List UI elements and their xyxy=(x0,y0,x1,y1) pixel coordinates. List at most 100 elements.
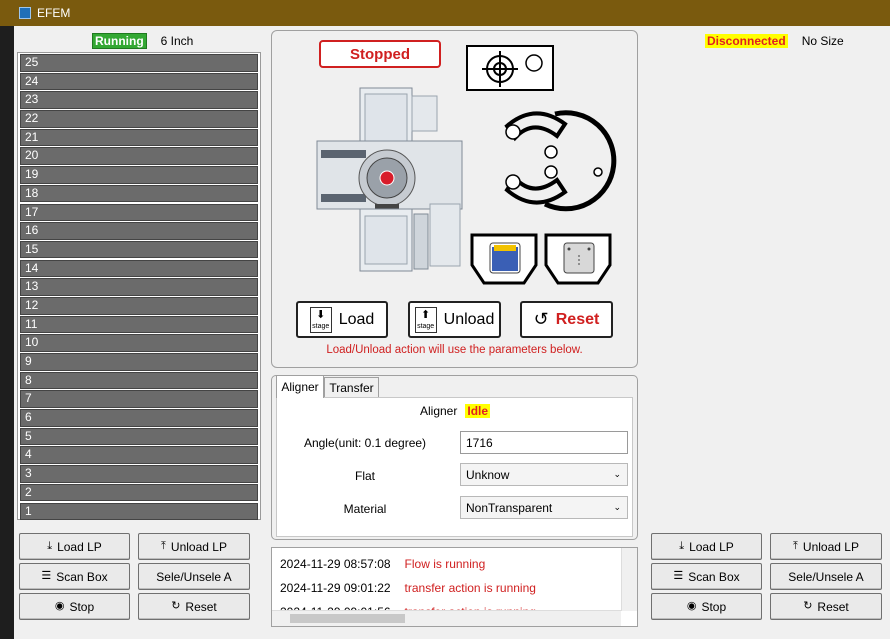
right-load-lp-button[interactable]: ⤓ Load LP xyxy=(651,533,762,560)
left-reset-button[interactable]: ↻ Reset xyxy=(138,593,250,620)
right-lp-header: Disconnected No Size xyxy=(705,32,844,50)
right-stop-button[interactable]: ◉ Stop xyxy=(651,593,762,620)
robot-arm-schematic xyxy=(504,110,617,212)
flat-label: Flat xyxy=(354,469,375,483)
background-window-strip xyxy=(0,26,14,639)
right-lp-status-badge: Disconnected xyxy=(705,34,788,48)
list-icon: ☰ xyxy=(41,570,52,582)
left-lp-status-badge: Running xyxy=(92,33,147,49)
wafer-slot[interactable]: 9 xyxy=(20,353,258,371)
wafer-slot[interactable]: 2 xyxy=(20,483,258,502)
wafer-slot[interactable]: 1 xyxy=(20,502,258,521)
log-vertical-scrollbar[interactable] xyxy=(621,548,637,611)
wafer-slot[interactable]: 15 xyxy=(20,240,258,259)
left-unload-lp-button[interactable]: ⤒ Unload LP xyxy=(138,533,250,560)
reset-icon: ↺ xyxy=(533,309,549,329)
button-label: Unload LP xyxy=(170,539,227,554)
wafer-slot[interactable]: 16 xyxy=(20,222,258,240)
stage-unload-icon: ⬆ stage xyxy=(414,306,437,333)
upload-icon: ⤒ xyxy=(793,540,798,552)
flat-selected-value: Unknow xyxy=(466,467,510,482)
wafer-slot[interactable]: 10 xyxy=(20,334,258,352)
wafer-slot[interactable]: 21 xyxy=(20,128,258,147)
button-label: Stop xyxy=(701,599,727,614)
button-label: Unload xyxy=(443,310,495,328)
upload-icon: ⤒ xyxy=(161,540,166,552)
wafer-slot[interactable]: 8 xyxy=(20,371,258,390)
button-label: Scan Box xyxy=(56,569,108,584)
button-label: Reset xyxy=(185,599,217,614)
app-icon xyxy=(19,7,31,19)
wafer-slot[interactable]: 23 xyxy=(20,91,258,109)
right-select-button[interactable]: Sele/Unsele A xyxy=(770,563,882,590)
download-icon: ⤓ xyxy=(679,540,685,552)
wafer-slot[interactable]: 19 xyxy=(20,166,258,184)
stage-caption: stage xyxy=(312,322,330,330)
stop-icon: ◉ xyxy=(54,600,65,612)
wafer-slot[interactable]: 12 xyxy=(20,296,258,315)
wafer-slot[interactable]: 25 xyxy=(20,54,258,72)
material-label: Material xyxy=(343,502,387,516)
wafer-slot[interactable]: 24 xyxy=(20,72,258,91)
wafer-slot[interactable]: 18 xyxy=(20,184,258,203)
angle-label: Angle(unit: 0.1 degree) xyxy=(303,436,427,450)
wafer-slot[interactable]: 20 xyxy=(20,147,258,166)
reset-icon: ↻ xyxy=(171,600,181,612)
aligner-status-line: Aligner Idle xyxy=(420,404,491,418)
wafer-slot[interactable]: 7 xyxy=(20,390,258,408)
material-select[interactable]: NonTransparent ⌄ xyxy=(460,496,628,519)
scrollbar-thumb[interactable] xyxy=(290,614,405,623)
wafer-slot-list: 25 24 23 22 21 20 19 18 17 16 15 14 13 12 11 10 9 8 7 6 5 4 3 2… xyxy=(17,52,261,521)
equipment-status-badge: Stopped xyxy=(319,40,441,68)
button-label: Unload LP xyxy=(802,539,859,554)
right-scan-box-button[interactable]: ☰ Scan Box xyxy=(651,563,762,590)
wafer-slot[interactable]: 14 xyxy=(20,259,258,278)
button-label: Sele/Unsele A xyxy=(788,569,864,584)
download-icon: ⤓ xyxy=(47,540,53,552)
aligner-label: Aligner xyxy=(420,404,458,418)
event-log[interactable]: 2024-11-29 08:57:08 Flow is running 2024-… xyxy=(271,547,638,627)
tab-aligner[interactable]: Aligner xyxy=(276,375,324,398)
right-reset-button[interactable]: ↻ Reset xyxy=(770,593,882,620)
button-label: Stop xyxy=(69,599,95,614)
unload-button[interactable]: ⬆ stage Unload xyxy=(408,301,501,338)
button-label: Reset xyxy=(817,599,849,614)
angle-input[interactable]: 1716 xyxy=(460,431,628,454)
left-lp-size: 6 Inch xyxy=(160,34,194,48)
log-time: 2024-11-29 08:57:08 xyxy=(280,557,391,571)
tab-transfer[interactable]: Transfer xyxy=(324,377,379,398)
log-horizontal-scrollbar[interactable] xyxy=(272,610,621,626)
material-selected-value: NonTransparent xyxy=(466,500,553,515)
window-title: EFEM xyxy=(37,6,71,20)
log-time: 2024-11-29 09:01:22 xyxy=(280,581,391,595)
load-button[interactable]: ⬇ stage Load xyxy=(296,301,388,338)
wafer-slot[interactable]: 6 xyxy=(20,409,258,427)
right-lp-size: No Size xyxy=(801,34,844,48)
list-icon: ☰ xyxy=(673,570,684,582)
button-label: Sele/Unsele A xyxy=(156,569,232,584)
wafer-slot[interactable]: 17 xyxy=(20,203,258,222)
left-select-button[interactable]: Sele/Unsele A xyxy=(138,563,250,590)
center-reset-button[interactable]: ↺ Reset xyxy=(520,301,613,338)
wafer-slot[interactable]: 11 xyxy=(20,315,258,334)
left-load-lp-button[interactable]: ⤓ Load LP xyxy=(19,533,130,560)
chevron-down-icon: ⌄ xyxy=(613,502,621,512)
wafer-slot[interactable]: 22 xyxy=(20,110,258,128)
wafer-slot[interactable]: 5 xyxy=(20,427,258,446)
chevron-down-icon: ⌄ xyxy=(613,469,621,479)
stop-icon: ◉ xyxy=(686,600,697,612)
flat-select[interactable]: Unknow ⌄ xyxy=(460,463,628,486)
crosshair-icon xyxy=(482,51,543,87)
wafer-slot[interactable]: 13 xyxy=(20,278,258,296)
stage-load-icon: ⬇ stage xyxy=(309,306,332,333)
log-entry: 2024-11-29 09:01:22 transfer action is ru… xyxy=(280,581,536,595)
left-scan-box-button[interactable]: ☰ Scan Box xyxy=(19,563,130,590)
wafer-slot[interactable]: 3 xyxy=(20,465,258,483)
right-unload-lp-button[interactable]: ⤒ Unload LP xyxy=(770,533,882,560)
log-entry: 2024-11-29 08:57:08 Flow is running xyxy=(280,557,485,571)
title-bar: EFEM xyxy=(0,0,890,26)
log-message: Flow is running xyxy=(404,557,486,571)
wafer-slot[interactable]: 4 xyxy=(20,446,258,465)
left-stop-button[interactable]: ◉ Stop xyxy=(19,593,130,620)
left-lp-header: Running 6 Inch xyxy=(92,32,193,50)
